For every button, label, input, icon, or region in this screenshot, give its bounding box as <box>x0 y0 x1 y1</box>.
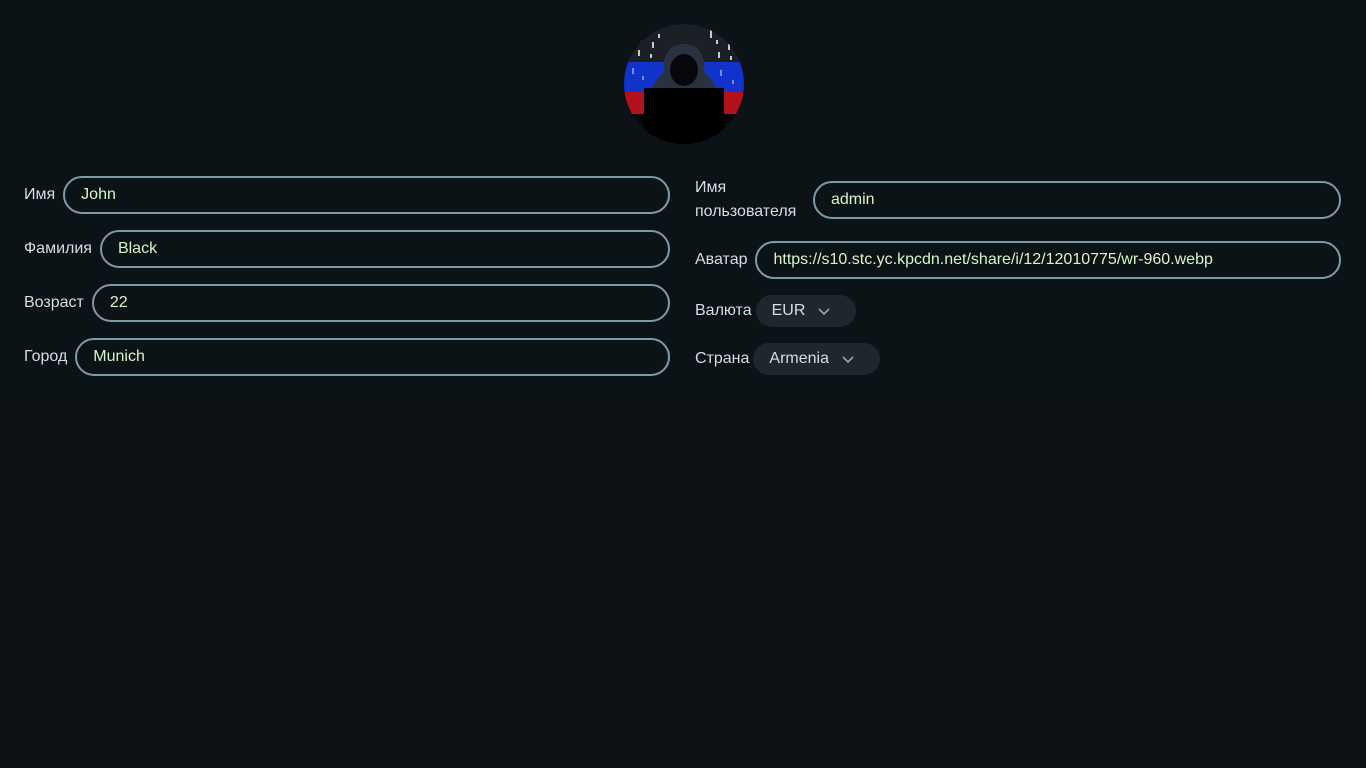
last-name-row: Фамилия <box>24 230 670 268</box>
first-name-row: Имя <box>24 176 670 214</box>
city-input[interactable] <box>75 338 670 376</box>
chevron-down-icon <box>842 356 854 364</box>
currency-value: EUR <box>771 302 806 319</box>
first-name-input[interactable] <box>63 176 670 214</box>
age-label: Возраст <box>24 294 84 311</box>
country-label: Страна <box>695 350 750 367</box>
avatar-url-input[interactable] <box>755 241 1341 279</box>
avatar-url-row: Аватар <box>695 241 1341 279</box>
avatar-image <box>624 24 744 144</box>
username-input[interactable] <box>813 181 1341 219</box>
country-select[interactable]: Armenia <box>753 343 881 375</box>
avatar <box>624 24 744 144</box>
username-label: Имя пользователя <box>695 179 797 220</box>
currency-row: Валюта EUR <box>695 295 856 327</box>
last-name-input[interactable] <box>99 230 670 268</box>
age-row: Возраст <box>24 284 670 322</box>
last-name-label: Фамилия <box>24 240 92 257</box>
currency-select[interactable]: EUR <box>755 295 856 327</box>
username-row: Имя пользователя <box>695 176 1341 224</box>
country-row: Страна Armenia <box>695 343 881 375</box>
city-label: Город <box>24 348 68 365</box>
profile-card: Имя Фамилия Возраст Город Имя пользовате… <box>0 0 1366 400</box>
city-row: Город <box>24 338 670 376</box>
first-name-label: Имя <box>24 186 56 203</box>
currency-label: Валюта <box>695 302 752 319</box>
avatar-url-label: Аватар <box>695 251 748 268</box>
chevron-down-icon <box>818 308 830 316</box>
age-input[interactable] <box>91 284 670 322</box>
country-value: Armenia <box>769 350 829 367</box>
